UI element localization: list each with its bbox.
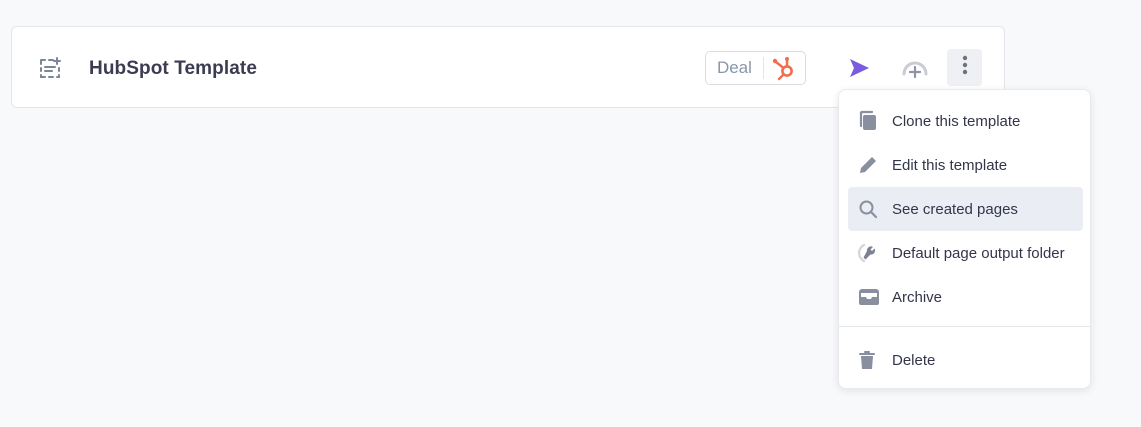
menu-item-clone[interactable]: Clone this template (848, 99, 1083, 143)
copy-icon (858, 99, 886, 143)
more-options-button[interactable] (947, 49, 982, 86)
trash-icon (858, 338, 886, 382)
menu-item-archive[interactable]: Archive (848, 275, 1083, 319)
template-options-menu: Clone this template Edit this template S… (838, 89, 1091, 389)
template-title: HubSpot Template (89, 58, 258, 79)
badge-label: Deal (716, 58, 752, 77)
hubspot-icon (764, 52, 805, 84)
template-icon (38, 56, 62, 80)
menu-item-delete[interactable]: Delete (848, 338, 1083, 382)
pencil-icon (858, 143, 886, 187)
menu-item-output-folder[interactable]: Default page output folder (848, 231, 1083, 275)
menu-item-edit[interactable]: Edit this template (848, 143, 1083, 187)
archive-icon (858, 275, 886, 319)
menu-item-see-pages[interactable]: See created pages (848, 187, 1083, 231)
search-icon (858, 187, 886, 231)
play-icon[interactable] (847, 57, 871, 79)
wrench-icon (858, 231, 886, 275)
menu-divider (839, 326, 1090, 327)
gauge-plus-icon[interactable] (900, 55, 930, 81)
more-vertical-icon (962, 55, 968, 80)
object-type-badge: Deal (705, 51, 806, 85)
